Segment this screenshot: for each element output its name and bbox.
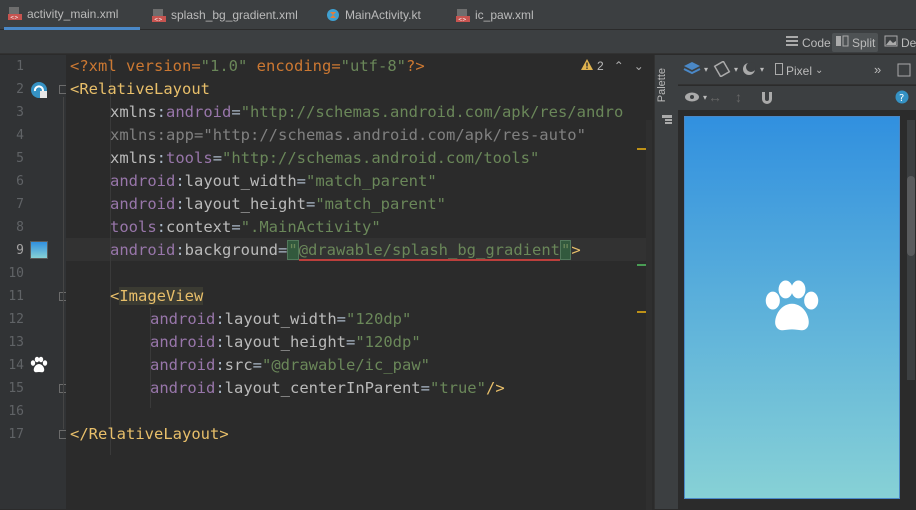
warning-icon — [581, 59, 593, 73]
tab-label: ic_paw.xml — [475, 8, 534, 22]
inspection-widget[interactable]: 2 ⌃ ⌄ — [581, 59, 644, 73]
tab-main-activity[interactable]: MainActivity.kt — [326, 0, 421, 30]
line-number: 14 — [8, 358, 24, 373]
svg-text:<>: <> — [458, 17, 466, 23]
layout-preview[interactable] — [684, 116, 900, 499]
xml-file-icon: <> — [152, 8, 166, 23]
code-line-15: android:layout_centerInParent="true"/> — [150, 379, 505, 397]
help-icon[interactable]: ? — [895, 90, 909, 104]
tab-activity-main[interactable]: <> activity_main.xml — [4, 0, 140, 30]
code-line-14: android:src="@drawable/ic_paw" — [150, 356, 430, 374]
split-icon — [835, 35, 849, 50]
code-line-2: <RelativeLayout — [70, 80, 210, 98]
vertical-resize-icon[interactable]: ↕ — [735, 89, 742, 105]
svg-text:?: ? — [899, 93, 904, 104]
more-options-icon[interactable]: » — [874, 62, 881, 77]
layers-icon[interactable]: ▾ — [683, 61, 708, 77]
line-number: 3 — [16, 105, 24, 120]
svg-text:<>: <> — [10, 15, 18, 21]
line-number: 1 — [16, 59, 24, 74]
lines-icon — [785, 35, 799, 50]
fold-guide — [63, 97, 64, 429]
expand-icon[interactable] — [897, 63, 911, 77]
tab-label: activity_main.xml — [27, 6, 119, 21]
line-number-gutter: 1 2 3 4 5 6 7 8 9 10 11 12 13 14 15 16 1… — [0, 55, 68, 509]
editor-scrollbar[interactable] — [646, 120, 652, 510]
design-toolbar: ▾ ▾ ▾ Pixel ⌄ » — [678, 55, 916, 85]
gradient-preview-icon[interactable] — [30, 241, 48, 259]
design-mode-label: Des — [901, 35, 916, 50]
view-mode-bar: Code Split Des — [0, 30, 916, 54]
code-line-17: </RelativeLayout> — [70, 425, 229, 443]
device-label: Pixel — [786, 63, 813, 78]
svg-text:<>: <> — [154, 17, 162, 23]
layout-preview-icon[interactable] — [30, 81, 48, 103]
code-line-5: xmlns:tools="http://schemas.android.com/… — [110, 149, 540, 167]
line-number: 9 — [16, 243, 24, 258]
line-number: 2 — [16, 82, 24, 97]
image-icon — [884, 35, 898, 50]
paw-icon[interactable] — [760, 274, 824, 344]
code-line-13: android:layout_height="120dp" — [150, 333, 421, 351]
code-line-7: android:layout_height="match_parent" — [110, 195, 446, 213]
chevron-up-icon[interactable]: ⌃ — [614, 59, 624, 73]
line-number: 17 — [8, 427, 24, 442]
code-line-4: xmlns:app="http://schemas.android.com/ap… — [110, 126, 586, 144]
code-mode-button[interactable]: Code — [782, 33, 834, 52]
line-number: 11 — [8, 289, 24, 304]
line-number: 6 — [16, 174, 24, 189]
line-number: 5 — [16, 151, 24, 166]
code-mode-label: Code — [802, 35, 831, 50]
line-number: 15 — [8, 381, 24, 396]
code-editor[interactable]: <?xml version="1.0" encoding="utf-8"?> <… — [66, 55, 652, 509]
phone-icon — [775, 63, 783, 78]
code-line-12: android:layout_width="120dp" — [150, 310, 412, 328]
eye-icon[interactable]: ▾ — [684, 91, 707, 103]
code-line-8: tools:context=".MainActivity" — [110, 218, 381, 236]
design-scrollbar-thumb[interactable] — [907, 176, 915, 256]
editor-tab-bar: <> activity_main.xml <> splash_bg_gradie… — [0, 0, 916, 30]
split-mode-label: Split — [852, 35, 876, 50]
line-number: 8 — [16, 220, 24, 235]
horizontal-resize-icon[interactable]: ↔ — [708, 89, 722, 105]
code-line-1: <?xml version="1.0" encoding="utf-8"?> — [70, 57, 425, 75]
line-number: 4 — [16, 128, 24, 143]
line-number: 13 — [8, 335, 24, 350]
tab-splash-bg-gradient[interactable]: <> splash_bg_gradient.xml — [152, 0, 298, 30]
orientation-icon[interactable]: ▾ — [713, 61, 738, 77]
magnet-icon[interactable] — [760, 91, 774, 105]
tab-label: MainActivity.kt — [345, 8, 421, 22]
component-tree-icon[interactable] — [662, 110, 672, 124]
line-number: 10 — [8, 266, 24, 281]
line-number: 7 — [16, 197, 24, 212]
line-number: 12 — [8, 312, 24, 327]
code-line-9: android:background="@drawable/splash_bg_… — [110, 240, 581, 261]
tab-ic-paw[interactable]: <> ic_paw.xml — [456, 0, 534, 30]
xml-file-icon: <> — [8, 6, 22, 21]
paw-icon[interactable] — [29, 355, 49, 379]
night-mode-icon[interactable]: ▾ — [741, 61, 764, 77]
palette-tab[interactable]: Palette — [656, 68, 668, 102]
chevron-down-icon[interactable]: ⌄ — [634, 59, 644, 73]
code-line-11: <ImageView — [110, 287, 204, 305]
code-line-3: xmlns:android="http://schemas.android.co… — [110, 103, 624, 121]
device-selector[interactable]: Pixel ⌄ — [775, 63, 823, 78]
design-secondary-toolbar: ▾ ↔ ↕ ? — [678, 86, 916, 110]
tab-label: splash_bg_gradient.xml — [171, 8, 298, 22]
line-number: 16 — [8, 404, 24, 419]
design-mode-button[interactable]: Des — [881, 33, 916, 52]
xml-file-icon: <> — [456, 8, 470, 23]
split-mode-button[interactable]: Split — [832, 33, 879, 52]
warning-count: 2 — [597, 59, 604, 73]
kotlin-file-icon — [326, 8, 340, 23]
code-line-6: android:layout_width="match_parent" — [110, 172, 437, 190]
